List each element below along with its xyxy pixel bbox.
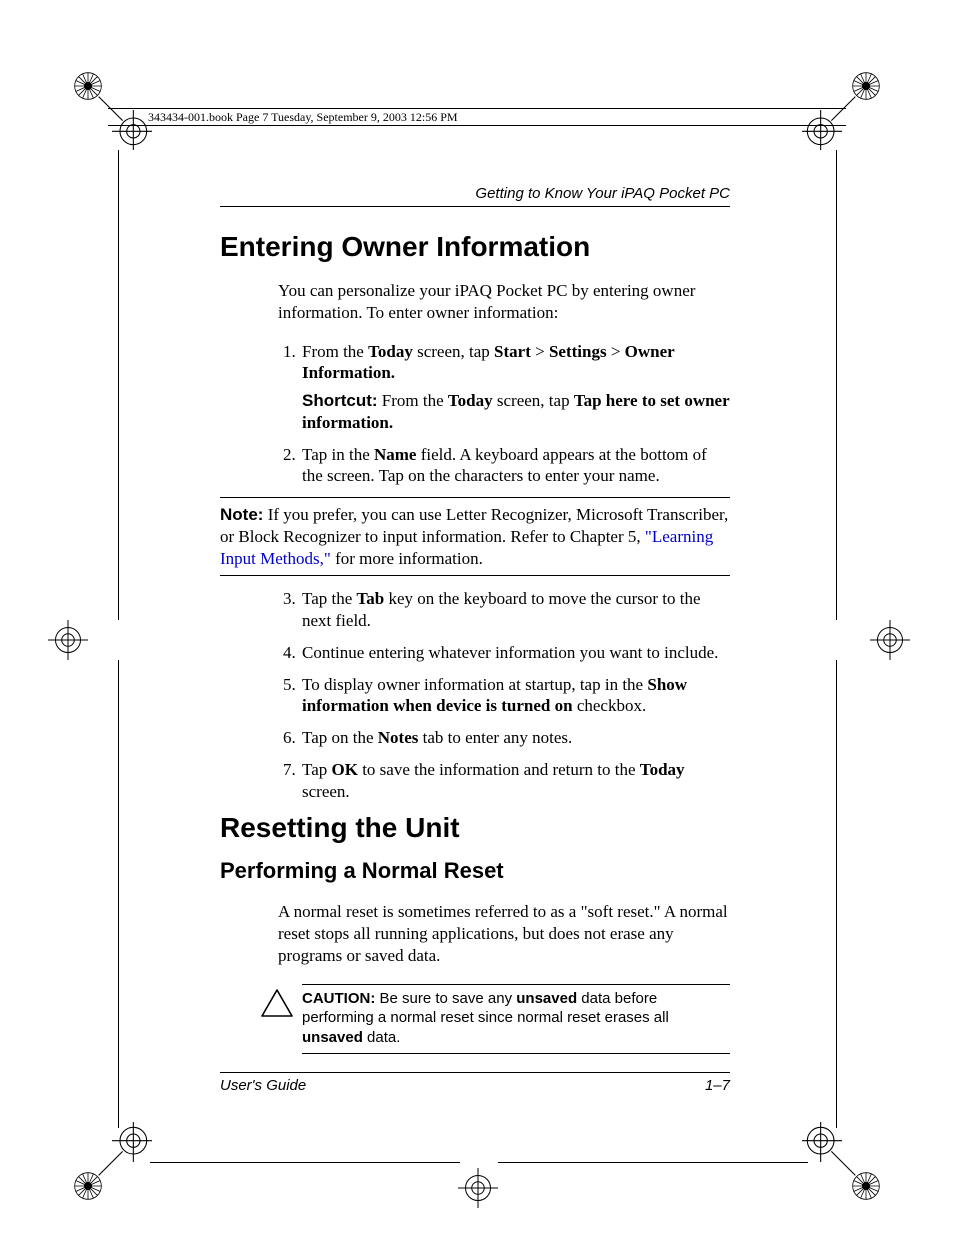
file-stamp-text: 343434-001.book Page 7 Tuesday, Septembe…: [148, 110, 458, 125]
alignment-line: [836, 660, 837, 1128]
alignment-line: [118, 660, 119, 1128]
list-item: Tap the Tab key on the keyboard to move …: [300, 588, 730, 632]
alignment-line: [150, 1162, 460, 1163]
alignment-line: [498, 1162, 808, 1163]
note-box: Note: If you prefer, you can use Letter …: [220, 497, 730, 576]
intro-paragraph: You can personalize your iPAQ Pocket PC …: [278, 280, 730, 324]
note-label: Note:: [220, 505, 263, 524]
cropmark-icon: [870, 620, 910, 660]
list-item: To display owner information at startup,…: [300, 674, 730, 718]
heading-resetting-the-unit: Resetting the Unit: [220, 812, 730, 844]
alignment-line: [118, 150, 119, 620]
cropmark-icon: [48, 620, 88, 660]
footer-rule: [220, 1072, 730, 1073]
list-item: Tap in the Name field. A keyboard appear…: [300, 444, 730, 488]
caution-box: CAUTION: Be sure to save any unsaved dat…: [260, 984, 730, 1055]
running-header: Getting to Know Your iPAQ Pocket PC: [220, 185, 730, 202]
page-footer: User's Guide 1–7: [220, 1072, 730, 1094]
page-body: Getting to Know Your iPAQ Pocket PC Ente…: [220, 185, 730, 1062]
heading-entering-owner-information: Entering Owner Information: [220, 231, 730, 263]
list-item: Continue entering whatever information y…: [300, 642, 730, 664]
caution-text: CAUTION: Be sure to save any unsaved dat…: [302, 984, 730, 1055]
caution-icon: [260, 988, 294, 1018]
cropmark-icon: [72, 1122, 152, 1202]
cropmark-icon: [458, 1168, 498, 1208]
steps-list-first: From the Today screen, tap Start > Setti…: [278, 341, 730, 488]
steps-list-continued: Tap the Tab key on the keyboard to move …: [278, 588, 730, 802]
footer-page-number: 1–7: [705, 1077, 730, 1094]
file-stamp: 343434-001.book Page 7 Tuesday, Septembe…: [108, 108, 846, 126]
header-rule: [220, 206, 730, 207]
footer-left: User's Guide: [220, 1077, 306, 1094]
reset-paragraph: A normal reset is sometimes referred to …: [278, 901, 730, 966]
alignment-line: [836, 150, 837, 620]
heading-performing-normal-reset: Performing a Normal Reset: [220, 858, 730, 884]
list-item: Tap OK to save the information and retur…: [300, 759, 730, 803]
list-item: From the Today screen, tap Start > Setti…: [300, 341, 730, 434]
list-item: Tap on the Notes tab to enter any notes.: [300, 727, 730, 749]
cropmark-icon: [802, 1122, 882, 1202]
shortcut-line: Shortcut: From the Today screen, tap Tap…: [302, 390, 730, 434]
